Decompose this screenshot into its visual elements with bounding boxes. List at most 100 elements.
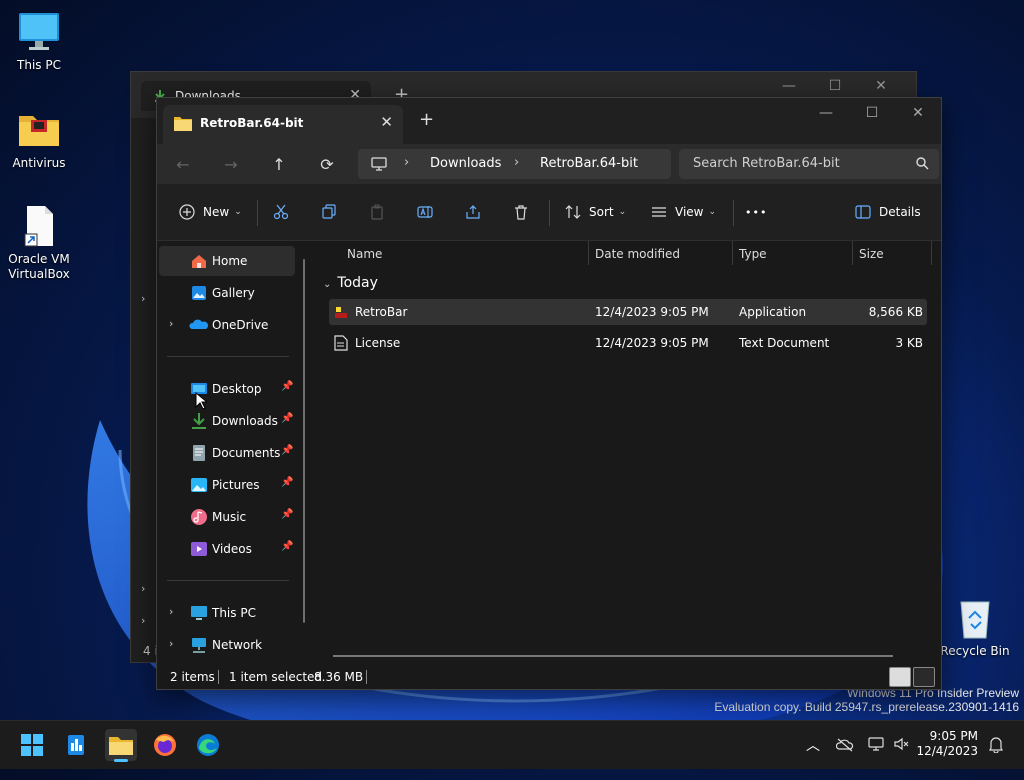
column-divider[interactable] xyxy=(852,241,853,265)
file-list-pane: Name Date modified Type Size ⌄ Today Retr… xyxy=(315,241,941,663)
nav-item-downloads[interactable]: Downloads 📌 xyxy=(159,406,295,436)
address-bar[interactable]: › Downloads › RetroBar.64-bit xyxy=(358,149,671,179)
copy-icon xyxy=(319,202,339,222)
new-tab-button[interactable]: + xyxy=(419,109,434,130)
pin-icon: 📌 xyxy=(281,445,294,456)
new-button[interactable]: New ⌄ xyxy=(177,200,242,224)
details-view-button[interactable] xyxy=(889,667,911,687)
notification-bell-icon[interactable] xyxy=(988,736,1004,753)
nav-item-this-pc[interactable]: › This PC xyxy=(159,598,295,628)
nav-item-gallery[interactable]: Gallery xyxy=(159,278,295,308)
downloads-icon xyxy=(192,413,206,429)
maximize-button[interactable]: ☐ xyxy=(849,98,895,128)
file-row-retrobar[interactable]: RetroBar 12/4/2023 9:05 PM Application 8… xyxy=(329,299,927,325)
chevron-right-icon[interactable]: › xyxy=(141,292,145,305)
desktop-icon-antivirus[interactable]: Antivirus xyxy=(1,108,77,171)
sort-button-label: Sort xyxy=(589,205,614,219)
column-divider[interactable] xyxy=(588,241,589,265)
tiles-view-button[interactable] xyxy=(913,667,935,687)
chevron-up-icon[interactable]: ︿ xyxy=(806,735,820,755)
navigation-scrollbar[interactable] xyxy=(303,259,305,623)
breadcrumb-downloads[interactable]: Downloads xyxy=(430,156,501,171)
view-icon xyxy=(649,202,669,222)
forward-arrow-icon[interactable]: → xyxy=(217,152,245,176)
desktop-icon-recycle-bin[interactable]: Recycle Bin xyxy=(937,596,1013,659)
system-clock[interactable]: 9:05 PM 12/4/2023 xyxy=(916,729,978,759)
chevron-right-icon[interactable]: › xyxy=(141,614,145,627)
column-header-type[interactable]: Type xyxy=(739,247,767,261)
chevron-right-icon[interactable]: › xyxy=(141,582,145,595)
this-pc-icon xyxy=(191,606,207,620)
chevron-right-icon[interactable]: › xyxy=(169,317,173,330)
navigation-pane: Home Gallery › OneDrive Desktop 📌 Downlo… xyxy=(157,241,313,663)
delete-button[interactable] xyxy=(511,200,531,224)
search-input[interactable]: Search RetroBar.64-bit xyxy=(679,149,939,179)
chevron-right-icon[interactable]: › xyxy=(169,605,173,618)
up-arrow-icon[interactable]: ↑ xyxy=(265,152,293,176)
horizontal-scrollbar[interactable] xyxy=(333,655,893,657)
chevron-right-icon[interactable]: › xyxy=(169,637,173,650)
share-button[interactable] xyxy=(463,200,483,224)
pin-icon: 📌 xyxy=(281,509,294,520)
search-placeholder: Search RetroBar.64-bit xyxy=(693,156,840,171)
details-button[interactable]: Details xyxy=(853,200,921,224)
copy-button[interactable] xyxy=(319,200,339,224)
minimize-button[interactable]: — xyxy=(803,98,849,128)
column-header-size[interactable]: Size xyxy=(859,247,884,261)
column-divider[interactable] xyxy=(931,241,932,265)
sort-button[interactable]: Sort ⌄ xyxy=(563,200,626,224)
desktop-icon-virtualbox[interactable]: Oracle VM VirtualBox xyxy=(1,204,77,282)
file-explorer-taskbar-button[interactable] xyxy=(105,729,137,762)
nav-item-documents[interactable]: Documents 📌 xyxy=(159,438,295,468)
nav-label: Network xyxy=(212,638,263,652)
scissors-icon xyxy=(271,202,291,222)
nav-item-home[interactable]: Home xyxy=(159,246,295,276)
background-caption-buttons: — ☐ ✕ xyxy=(782,78,887,94)
nav-item-videos[interactable]: Videos 📌 xyxy=(159,534,295,564)
nav-label: Home xyxy=(212,254,248,268)
edge-taskbar-button[interactable] xyxy=(192,729,224,761)
close-tab-icon[interactable]: ✕ xyxy=(380,113,393,131)
paste-button[interactable] xyxy=(367,200,387,224)
chevron-down-icon: ⌄ xyxy=(708,207,717,217)
file-explorer-window[interactable]: RetroBar.64-bit ✕ + — ☐ ✕ ← → ↑ ⟳ › Down… xyxy=(156,97,942,690)
group-header[interactable]: ⌄ Today xyxy=(323,275,378,291)
refresh-icon[interactable]: ⟳ xyxy=(313,152,341,176)
rename-button[interactable] xyxy=(415,200,435,224)
tab-retrobar[interactable]: RetroBar.64-bit ✕ xyxy=(163,105,403,144)
nav-item-desktop[interactable]: Desktop 📌 xyxy=(159,374,295,404)
close-window-button[interactable]: ✕ xyxy=(895,98,941,128)
retrobar-app-icon xyxy=(334,305,348,319)
view-button-label: View xyxy=(675,205,704,219)
column-header-name[interactable]: Name xyxy=(347,247,382,261)
network-status-icon[interactable] xyxy=(868,736,886,752)
start-button[interactable] xyxy=(16,729,48,761)
clock-date: 12/4/2023 xyxy=(916,744,978,758)
divider xyxy=(167,580,289,581)
details-pane-icon xyxy=(853,202,873,222)
file-date: 12/4/2023 9:05 PM xyxy=(595,336,709,350)
column-header-date[interactable]: Date modified xyxy=(595,247,680,261)
gallery-icon xyxy=(192,286,206,300)
file-row-license[interactable]: License 12/4/2023 9:05 PM Text Document … xyxy=(329,330,927,356)
widgets-button[interactable] xyxy=(60,729,92,761)
desktop-icon-this-pc[interactable]: This PC xyxy=(1,10,77,73)
videos-icon xyxy=(191,542,207,556)
volume-muted-icon[interactable] xyxy=(893,736,911,752)
file-explorer-icon xyxy=(109,737,133,755)
nav-item-music[interactable]: Music 📌 xyxy=(159,502,295,532)
nav-item-network[interactable]: › Network xyxy=(159,630,295,660)
column-divider[interactable] xyxy=(732,241,733,265)
back-arrow-icon[interactable]: ← xyxy=(169,152,197,176)
breadcrumb-current[interactable]: RetroBar.64-bit xyxy=(540,156,638,171)
cut-button[interactable] xyxy=(271,200,291,224)
more-options-button[interactable]: ••• xyxy=(745,200,767,224)
details-button-label: Details xyxy=(879,205,921,219)
nav-item-pictures[interactable]: Pictures 📌 xyxy=(159,470,295,500)
nav-item-onedrive[interactable]: › OneDrive xyxy=(159,310,295,340)
cloud-offline-icon[interactable] xyxy=(836,737,854,753)
chevron-down-icon: ⌄ xyxy=(618,207,627,217)
nav-label: This PC xyxy=(212,606,256,620)
view-button[interactable]: View ⌄ xyxy=(649,200,716,224)
firefox-taskbar-button[interactable] xyxy=(149,729,181,761)
